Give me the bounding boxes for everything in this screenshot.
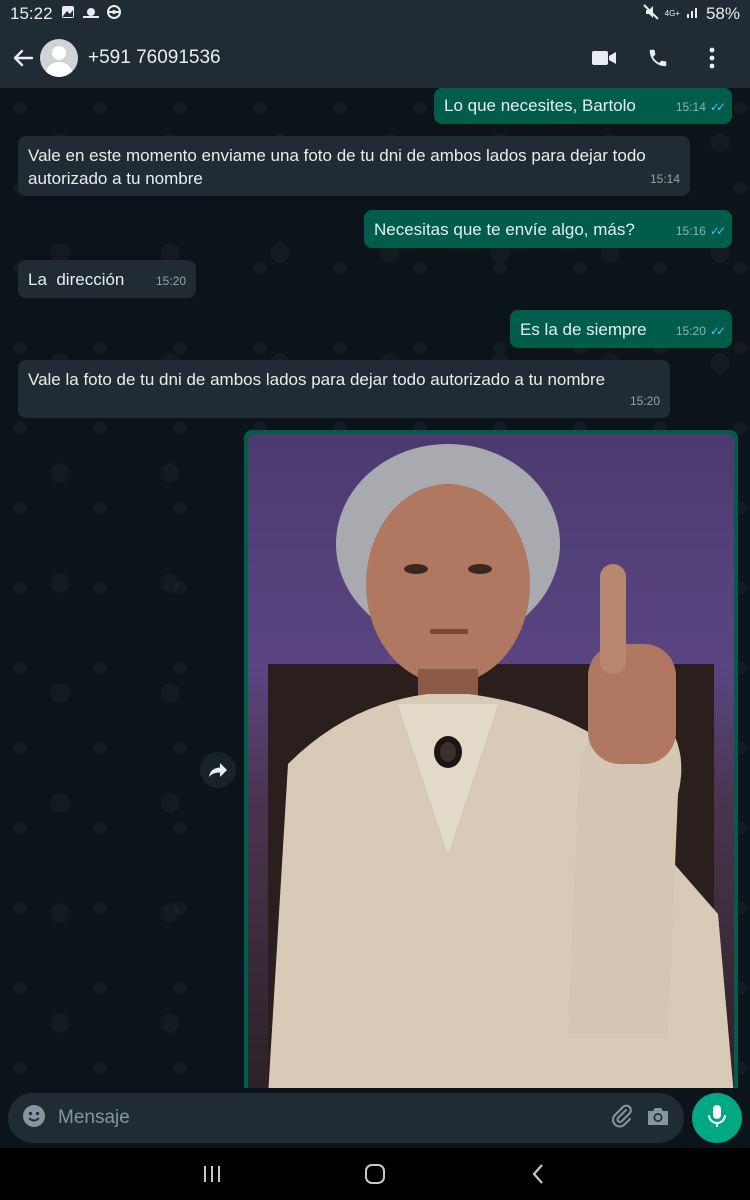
message-bubble[interactable]: Necesitas que te envíe algo, más? 15:16 … xyxy=(364,210,732,248)
back-arrow-icon[interactable] xyxy=(10,45,36,71)
message-text: Es la de siempre xyxy=(520,320,647,339)
mic-button[interactable] xyxy=(692,1093,742,1143)
mic-icon xyxy=(707,1104,727,1133)
photo-image[interactable] xyxy=(248,434,734,1088)
message-text: Lo que necesites, Bartolo xyxy=(444,96,636,115)
message-text: Necesitas que te envíe algo, más? xyxy=(374,220,635,239)
message-meta: 15:20 xyxy=(156,270,186,293)
message-text: La dirección xyxy=(28,270,125,289)
message-time: 15:14 xyxy=(675,100,706,114)
video-call-icon[interactable] xyxy=(590,44,618,72)
home-icon[interactable] xyxy=(355,1154,395,1194)
image-message[interactable] xyxy=(244,430,738,1088)
phone-icon[interactable] xyxy=(644,44,672,72)
signal-icon xyxy=(686,4,700,24)
attach-icon[interactable] xyxy=(610,1104,634,1133)
recent-apps-icon[interactable] xyxy=(192,1154,232,1194)
network-type: 4G+ xyxy=(664,9,680,18)
read-ticks-icon: ✓✓ xyxy=(709,324,726,338)
system-nav-bar xyxy=(0,1148,750,1200)
message-meta: 15:20 ✓✓ xyxy=(675,320,726,343)
message-bubble[interactable]: Vale en este momento enviame una foto de… xyxy=(18,136,690,196)
contact-name[interactable]: +591 76091536 xyxy=(88,47,221,69)
read-ticks-icon: ✓✓ xyxy=(709,224,726,238)
gallery-notif-icon xyxy=(61,4,75,24)
emoji-icon[interactable] xyxy=(22,1104,46,1133)
pokeball-notif-icon xyxy=(106,4,121,24)
avatar[interactable] xyxy=(40,39,78,77)
battery-level: 58% xyxy=(705,4,740,23)
status-bar: 15:22 4G+ 58% xyxy=(0,0,750,28)
message-meta: 15:20 xyxy=(630,390,660,413)
message-bubble[interactable]: La dirección 15:20 xyxy=(18,260,196,298)
message-time: 15:16 xyxy=(675,224,706,238)
message-text: Vale en este momento enviame una foto de… xyxy=(28,146,646,188)
message-bubble[interactable]: Lo que necesites, Bartolo 15:14 ✓✓ xyxy=(434,88,732,124)
message-time: 15:20 xyxy=(675,324,706,338)
message-bubble[interactable]: Vale la foto de tu dni de ambos lados pa… xyxy=(18,360,670,418)
forward-icon[interactable] xyxy=(200,752,236,788)
weather-notif-icon xyxy=(82,4,99,24)
message-meta: 15:14 xyxy=(650,168,680,191)
mute-icon xyxy=(642,3,659,25)
camera-icon[interactable] xyxy=(646,1105,670,1132)
chat-header: +591 76091536 xyxy=(0,28,750,88)
message-time: 15:20 xyxy=(629,394,660,408)
message-input[interactable] xyxy=(58,1107,598,1129)
message-time: 15:20 xyxy=(155,274,186,288)
message-meta: 15:16 ✓✓ xyxy=(675,220,726,243)
message-time: 15:14 xyxy=(649,172,680,186)
compose-field[interactable] xyxy=(8,1093,684,1143)
status-time: 15:22 xyxy=(10,4,53,23)
read-ticks-icon: ✓✓ xyxy=(709,100,726,114)
compose-bar xyxy=(0,1088,750,1148)
more-vert-icon[interactable] xyxy=(698,44,726,72)
message-meta: 15:14 ✓✓ xyxy=(675,96,726,119)
message-text: Vale la foto de tu dni de ambos lados pa… xyxy=(28,370,606,389)
message-bubble[interactable]: Es la de siempre 15:20 ✓✓ xyxy=(510,310,732,348)
back-nav-icon[interactable] xyxy=(518,1154,558,1194)
chat-area[interactable]: Lo que necesites, Bartolo 15:14 ✓✓ Vale … xyxy=(0,88,750,1088)
photo-illustration xyxy=(268,444,734,1088)
